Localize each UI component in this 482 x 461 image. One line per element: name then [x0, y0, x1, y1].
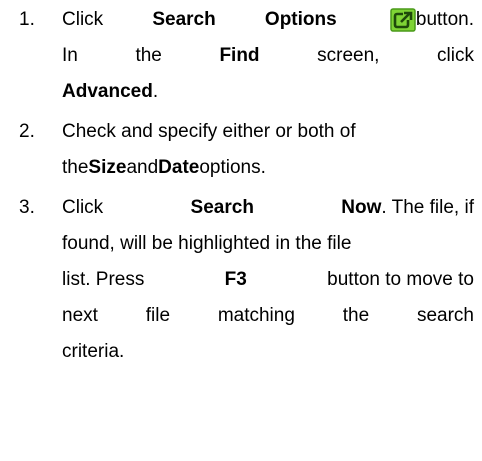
word: the: [342, 305, 370, 326]
punctuation: .: [152, 81, 159, 102]
step-number: 1.: [19, 9, 35, 30]
text: found, will be highlighted in the file: [62, 233, 352, 254]
step-line: Advanced.: [62, 74, 474, 110]
word: and: [126, 157, 159, 178]
step-1: 1. Click Search Options button. In the F…: [0, 2, 482, 110]
step-line: found, will be highlighted in the file: [62, 226, 474, 262]
ui-term-f3: F3: [224, 269, 247, 290]
ui-term-options: Options: [264, 9, 337, 30]
step-3: 3. Click Search Now. The file, if found,…: [0, 190, 482, 370]
step-line: In the Find screen, click: [62, 38, 474, 74]
search-options-icon: [390, 8, 416, 32]
step-2: 2. Check and specify either or both of t…: [0, 114, 482, 186]
step-line: Click Search Options button.: [62, 2, 474, 38]
ui-term-advanced: Advanced: [62, 81, 153, 102]
word: In: [62, 45, 78, 66]
ui-term-search: Search: [152, 9, 216, 30]
instruction-document: 1. Click Search Options button. In the F…: [0, 0, 482, 461]
word: options.: [199, 157, 266, 178]
ui-term-find: Find: [219, 45, 260, 66]
text: . The file, if: [381, 197, 474, 218]
ui-term-search: Search: [190, 197, 254, 218]
word: screen,: [317, 45, 380, 66]
ui-term-date: Date: [158, 157, 200, 178]
word: the: [62, 157, 89, 178]
step-line: Check and specify either or both of: [62, 114, 474, 150]
step-line: list. Press F3 button to move to: [62, 262, 474, 298]
text: criteria.: [62, 341, 125, 362]
word: search: [416, 305, 474, 326]
steps-list: 1. Click Search Options button. In the F…: [0, 2, 482, 374]
text: button to move to: [327, 269, 474, 290]
step-number: 3.: [19, 197, 35, 218]
word: matching: [217, 305, 295, 326]
text: Check and specify either or both of: [62, 121, 356, 142]
step-line: the Size and Date options.: [62, 150, 474, 186]
word: button.: [415, 9, 474, 30]
step-line: Click Search Now. The file, if: [62, 190, 474, 226]
step-line: next file matching the search: [62, 298, 474, 334]
ui-term-now: Now: [341, 197, 382, 218]
ui-term-size: Size: [88, 157, 127, 178]
word: Click: [62, 9, 104, 30]
word: the: [135, 45, 162, 66]
step-line: criteria.: [62, 334, 474, 370]
word: Click: [62, 197, 104, 218]
word: click: [437, 45, 474, 66]
text: list. Press: [62, 269, 145, 290]
word: next: [62, 305, 98, 326]
word: file: [145, 305, 171, 326]
step-number: 2.: [19, 121, 35, 142]
